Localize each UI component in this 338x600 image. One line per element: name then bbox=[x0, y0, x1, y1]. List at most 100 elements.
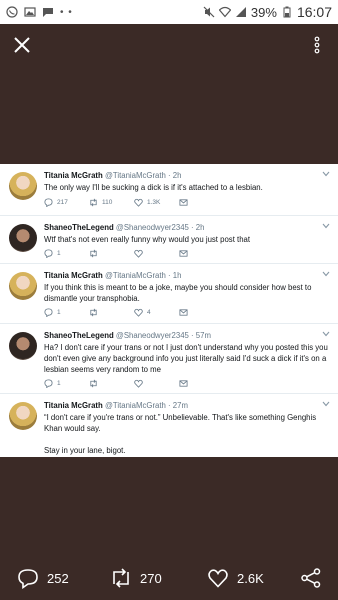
avatar bbox=[9, 172, 37, 200]
share-action[interactable] bbox=[179, 198, 224, 207]
tweet-actions: 1 4 bbox=[44, 308, 224, 317]
retweet-icon bbox=[90, 379, 97, 388]
reply-icon bbox=[44, 379, 53, 388]
reply-action[interactable]: 1 bbox=[44, 379, 89, 388]
tweet-actions: 1 bbox=[44, 249, 224, 258]
like-count: 4 bbox=[147, 309, 151, 316]
share-action[interactable] bbox=[179, 308, 224, 317]
timestamp: · 27m bbox=[168, 401, 188, 410]
tweet-text-line-2: Stay in your lane, bigot. bbox=[44, 446, 126, 455]
heart-icon bbox=[134, 379, 143, 388]
reply-count: 1 bbox=[57, 250, 61, 257]
tweet-header: Titania McGrath @TitaniaMcGrath · 27m bbox=[44, 400, 330, 411]
message-icon bbox=[42, 6, 54, 18]
like-action[interactable] bbox=[134, 379, 179, 388]
display-name: Titania McGrath bbox=[44, 171, 103, 180]
tweet-text: Ha? I don't care if your trans or not I … bbox=[44, 343, 328, 374]
battery-icon bbox=[281, 6, 293, 18]
like-action[interactable]: 1.3K bbox=[134, 198, 179, 207]
viewer-top-bar bbox=[0, 24, 338, 68]
reply-action[interactable]: 217 bbox=[44, 198, 89, 207]
handle: @TitaniaMcGrath bbox=[104, 171, 166, 180]
like-count: 2.6K bbox=[237, 570, 264, 586]
avatar bbox=[9, 224, 37, 252]
timestamp: · 1h bbox=[168, 271, 182, 280]
chevron-down-icon bbox=[322, 401, 330, 407]
tweet-1: Titania McGrath @TitaniaMcGrath · 2h The… bbox=[0, 164, 338, 216]
tweet-text: If you think this is meant to be a joke,… bbox=[44, 283, 312, 303]
more-notifications-indicator: • • bbox=[60, 6, 73, 18]
tweet-header: Titania McGrath @TitaniaMcGrath · 1h bbox=[44, 270, 330, 281]
reply-count: 252 bbox=[47, 570, 69, 586]
share-action[interactable] bbox=[179, 379, 224, 388]
chevron-down-icon bbox=[322, 171, 330, 177]
clock: 16:07 bbox=[296, 4, 332, 20]
handle: @Shaneodwyer2345 bbox=[115, 223, 189, 232]
timestamp: · 2h bbox=[168, 171, 182, 180]
tweet-header: ShaneoTheLegend @Shaneodwyer2345 · 2h bbox=[44, 222, 330, 233]
retweet-icon bbox=[90, 198, 97, 207]
reply-action[interactable]: 1 bbox=[44, 249, 89, 258]
tweet-text: “I don't care if you're trans or not.” U… bbox=[44, 413, 317, 433]
mail-icon bbox=[179, 309, 188, 316]
close-button[interactable] bbox=[13, 36, 31, 54]
tweet-4: ShaneoTheLegend @Shaneodwyer2345 · 57m H… bbox=[0, 324, 338, 394]
mail-icon bbox=[179, 250, 188, 257]
retweet-action[interactable] bbox=[89, 308, 134, 317]
like-button[interactable]: 2.6K bbox=[207, 567, 264, 589]
retweet-count: 110 bbox=[102, 199, 113, 206]
tweet-header: Titania McGrath @TitaniaMcGrath · 2h bbox=[44, 170, 330, 181]
chevron-down-icon bbox=[322, 331, 330, 337]
tweet-text: Wtf that's not even really funny why wou… bbox=[44, 235, 251, 244]
tweet-header: ShaneoTheLegend @Shaneodwyer2345 · 57m bbox=[44, 330, 330, 341]
retweet-icon bbox=[90, 249, 97, 258]
retweet-action[interactable] bbox=[89, 379, 134, 388]
reply-icon bbox=[44, 308, 53, 317]
like-action[interactable] bbox=[134, 249, 179, 258]
tweet-text: The only way I'll be sucking a dick is i… bbox=[44, 183, 263, 192]
heart-icon bbox=[134, 308, 143, 317]
retweet-icon bbox=[90, 308, 97, 317]
display-name: ShaneoTheLegend bbox=[44, 223, 114, 232]
tweet-actions: 1 bbox=[44, 379, 224, 388]
reply-icon bbox=[18, 569, 38, 589]
display-name: ShaneoTheLegend bbox=[44, 331, 114, 340]
reply-button[interactable]: 252 bbox=[17, 567, 69, 589]
more-options-button[interactable] bbox=[314, 36, 320, 54]
gallery-icon bbox=[24, 6, 36, 18]
heart-icon bbox=[134, 198, 143, 207]
like-count: 1.3K bbox=[147, 199, 161, 206]
retweet-action[interactable]: 110 bbox=[89, 198, 134, 207]
tweet-5: Titania McGrath @TitaniaMcGrath · 27m “I… bbox=[0, 394, 338, 457]
whatsapp-icon bbox=[6, 6, 18, 18]
mute-icon bbox=[203, 6, 215, 18]
retweet-action[interactable] bbox=[89, 249, 134, 258]
tweet-screenshot: Titania McGrath @TitaniaMcGrath · 2h The… bbox=[0, 164, 338, 457]
handle: @TitaniaMcGrath bbox=[104, 271, 166, 280]
bottom-action-bar: 252 270 2.6K bbox=[0, 560, 338, 596]
mail-icon bbox=[179, 199, 188, 206]
status-bar: • • 39% 16:07 bbox=[0, 0, 338, 24]
display-name: Titania McGrath bbox=[44, 401, 103, 410]
share-button[interactable] bbox=[300, 567, 322, 589]
close-icon bbox=[14, 37, 30, 53]
kebab-menu-icon bbox=[314, 36, 320, 54]
heart-icon bbox=[208, 569, 228, 588]
like-action[interactable]: 4 bbox=[134, 308, 179, 317]
avatar bbox=[9, 402, 37, 430]
chevron-down-icon bbox=[322, 271, 330, 277]
display-name: Titania McGrath bbox=[44, 271, 103, 280]
reply-icon bbox=[44, 198, 53, 207]
retweet-button[interactable]: 270 bbox=[110, 567, 162, 589]
share-icon bbox=[301, 568, 321, 588]
heart-icon bbox=[134, 249, 143, 258]
reply-count: 1 bbox=[57, 309, 61, 316]
handle: @TitaniaMcGrath bbox=[104, 401, 166, 410]
reply-action[interactable]: 1 bbox=[44, 308, 89, 317]
avatar bbox=[9, 272, 37, 300]
avatar bbox=[9, 332, 37, 360]
tweet-2: ShaneoTheLegend @Shaneodwyer2345 · 2h Wt… bbox=[0, 216, 338, 264]
signal-icon bbox=[235, 6, 247, 18]
share-action[interactable] bbox=[179, 249, 224, 258]
battery-percent: 39% bbox=[250, 4, 277, 20]
